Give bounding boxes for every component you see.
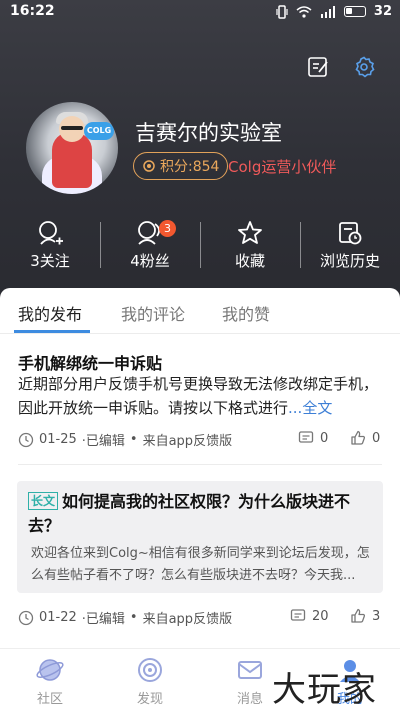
clock-icon: [18, 432, 34, 447]
points-badge[interactable]: 积分:854: [133, 152, 229, 180]
role-label: Colg运营小伙伴: [228, 158, 337, 176]
like-count[interactable]: 0: [350, 430, 380, 446]
avatar[interactable]: COLG: [26, 102, 118, 194]
stat-history-label: 浏览历史: [319, 252, 380, 270]
tab-my-comments[interactable]: 我的评论: [121, 301, 185, 325]
stat-following[interactable]: 3关注: [0, 218, 100, 274]
stats-bar: 3关注 3 4粉丝 收藏 浏览历史: [0, 218, 400, 274]
divider: [18, 464, 382, 465]
comment-icon: [298, 431, 314, 443]
fans-badge: 3: [159, 220, 176, 237]
stat-favorites-label: 收藏: [234, 252, 265, 270]
status-bar: 16:22 32: [0, 0, 400, 24]
post-meta: 01-25 ·已编辑 • 来自app反馈版: [18, 430, 232, 449]
wifi-icon: [296, 5, 312, 18]
like-count[interactable]: 3: [350, 608, 380, 624]
post-card[interactable]: 长文 如何提高我的社区权限？为什么版块进不去？ 欢迎各位来到Colg~相信有很多新…: [17, 481, 383, 593]
watermark-logo: 大玩家: [272, 670, 377, 710]
post-source: 来自app反馈版: [142, 434, 233, 449]
post-meta: 01-22 ·已编辑 • 来自app反馈版: [18, 608, 232, 627]
post-edited: ·已编辑: [81, 434, 125, 449]
tab-my-likes[interactable]: 我的赞: [222, 301, 270, 325]
read-more-link[interactable]: ...全文: [288, 399, 332, 417]
battery-level: 32: [373, 4, 392, 19]
edit-icon[interactable]: [306, 55, 330, 79]
comment-count[interactable]: 0: [298, 430, 328, 446]
stat-favorites[interactable]: 收藏: [200, 218, 300, 274]
thumbs-up-icon: [351, 430, 366, 445]
post-edited: ·已编辑: [81, 612, 125, 627]
clock-icon: [18, 610, 34, 625]
star-icon: [237, 218, 263, 248]
history-icon: [337, 218, 363, 248]
post-date: 01-25: [39, 432, 77, 447]
profile-header: 16:22 32 COLG 吉赛尔的实验室 积分:854 Colg运营小伙伴 3…: [0, 0, 400, 300]
planet-icon: [36, 659, 64, 681]
content-panel: 我的发布 我的评论 我的赞 手机解绑统一申诉贴 近期部分用户反馈手机号更换导致无…: [0, 288, 400, 648]
fans-icon: 3: [135, 218, 176, 248]
nav-messages-label: 消息: [236, 692, 263, 707]
nav-discover[interactable]: 发现: [100, 649, 200, 711]
stat-fans[interactable]: 3 4粉丝: [100, 218, 200, 274]
username: 吉赛尔的实验室: [135, 121, 282, 145]
stat-following-label: 3关注: [30, 252, 70, 270]
stat-history[interactable]: 浏览历史: [300, 218, 400, 274]
nav-community-label: 社区: [36, 692, 63, 707]
comment-icon: [290, 609, 306, 621]
signal-icon: [320, 5, 335, 18]
medal-icon: [143, 160, 155, 172]
post-source: 来自app反馈版: [142, 612, 233, 627]
vibrate-icon: [276, 4, 288, 19]
user-add-icon: [36, 218, 64, 248]
post-excerpt: 欢迎各位来到Colg~相信有很多新同学来到论坛后发现，怎么有些帖子看不了呀？怎么…: [31, 546, 370, 583]
post-title[interactable]: 长文 如何提高我的社区权限？为什么版块进不去？: [28, 490, 368, 538]
tab-indicator: [14, 330, 90, 333]
tab-my-posts[interactable]: 我的发布: [18, 301, 82, 325]
tab-bar: 我的发布 我的评论 我的赞: [0, 288, 400, 334]
comment-count[interactable]: 20: [290, 608, 329, 624]
post-title[interactable]: 手机解绑统一申诉贴: [18, 350, 162, 374]
long-post-tag: 长文: [28, 492, 59, 510]
stat-fans-label: 4粉丝: [130, 252, 170, 270]
battery-icon: [343, 6, 366, 17]
post-date: 01-22: [39, 610, 77, 625]
status-time: 16:22: [10, 3, 55, 19]
post-excerpt[interactable]: 近期部分用户反馈手机号更换导致无法修改绑定手机，因此开放统一申诉贴。请按以下格式…: [18, 372, 384, 420]
settings-gear-icon[interactable]: [352, 55, 376, 79]
discover-icon: [138, 658, 162, 682]
nav-community[interactable]: 社区: [0, 649, 100, 711]
avatar-badge: COLG: [84, 122, 114, 140]
mail-icon: [238, 661, 262, 679]
nav-discover-label: 发现: [136, 692, 163, 707]
points-label: 积分:854: [160, 159, 220, 175]
thumbs-up-icon: [351, 608, 366, 623]
